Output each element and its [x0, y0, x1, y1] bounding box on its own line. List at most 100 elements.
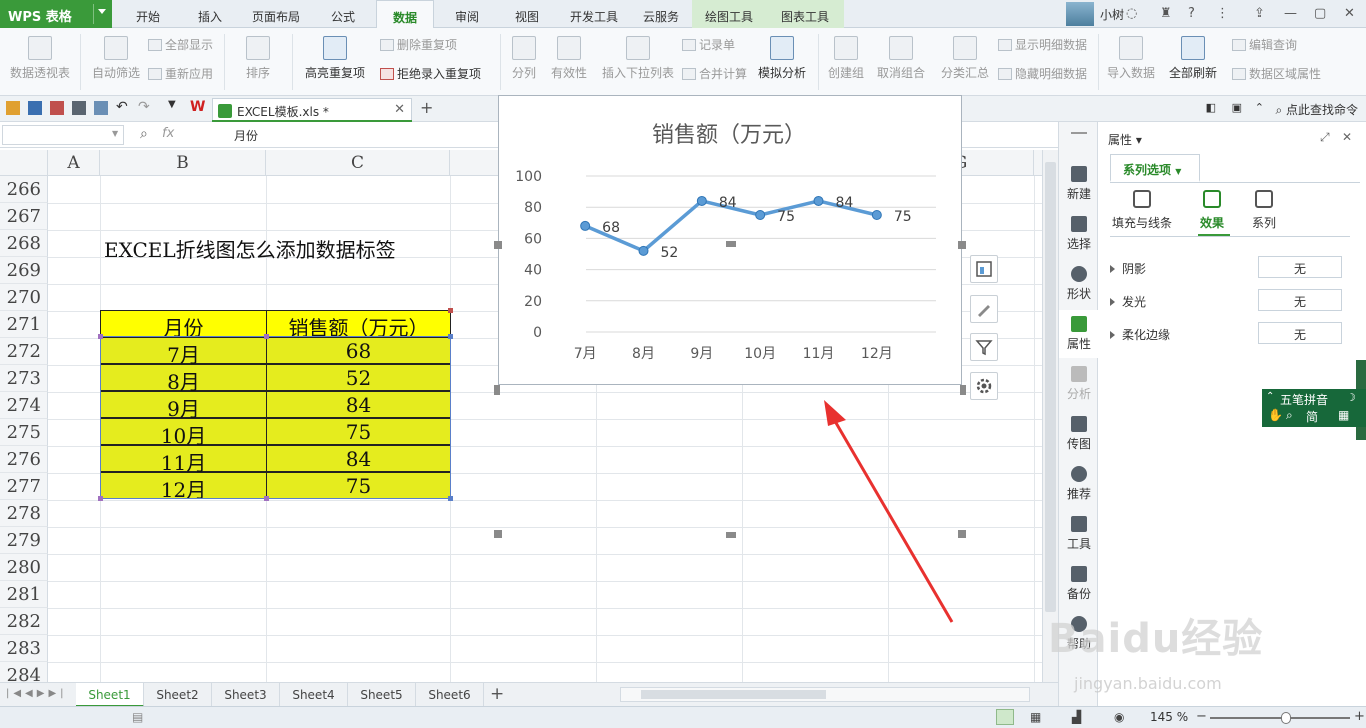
glow-value[interactable]: 无	[1258, 289, 1342, 311]
side-tools-button[interactable]: 工具	[1059, 510, 1099, 558]
redo-icon[interactable]: ↷	[138, 99, 152, 115]
row-header-282[interactable]: 282	[0, 608, 48, 635]
zoom-level[interactable]: 145 %	[1150, 710, 1188, 724]
sheet-title-cell[interactable]: EXCEL折线图怎么添加数据标签	[104, 234, 396, 263]
zoom-out-icon[interactable]: −	[1196, 709, 1207, 724]
select-all-corner[interactable]	[0, 150, 48, 176]
sort-button[interactable]: 排序	[230, 36, 286, 81]
row-header-271[interactable]: 271	[0, 311, 48, 338]
chart-style-button[interactable]	[970, 295, 998, 323]
row-header-284[interactable]: 284	[0, 662, 48, 682]
add-sheet-icon[interactable]: +	[490, 684, 504, 704]
horizontal-scrollbar[interactable]	[620, 687, 1030, 702]
remove-duplicates-button[interactable]: 删除重复项	[380, 36, 457, 53]
hand-icon[interactable]: ✋	[1268, 408, 1283, 422]
table-header-sales[interactable]: 销售额（万元）	[266, 310, 451, 340]
close-icon[interactable]: ✕	[1344, 6, 1355, 21]
column-header-b[interactable]: B	[100, 150, 266, 176]
reapply-button[interactable]: 重新应用	[148, 65, 213, 82]
vertical-scroll-thumb[interactable]	[1045, 162, 1056, 612]
shadow-value[interactable]: 无	[1258, 256, 1342, 278]
sheet-tab[interactable]: Sheet6	[416, 683, 484, 707]
row-header-275[interactable]: 275	[0, 419, 48, 446]
tab-developer[interactable]: 开发工具	[562, 0, 626, 28]
row-header-274[interactable]: 274	[0, 392, 48, 419]
side-backup-button[interactable]: 备份	[1059, 560, 1099, 608]
side-analysis-button[interactable]: 分析	[1059, 360, 1099, 408]
tab-view[interactable]: 视图	[504, 0, 550, 28]
side-recommend-button[interactable]: 推荐	[1059, 460, 1099, 508]
reject-duplicates-button[interactable]: 拒绝录入重复项	[380, 65, 481, 82]
minimize-icon[interactable]: —	[1284, 6, 1297, 21]
range-handle[interactable]	[98, 334, 103, 339]
chart-settings-button[interactable]	[970, 372, 998, 400]
row-header-268[interactable]: 268	[0, 230, 48, 257]
show-all-button[interactable]: 全部显示	[148, 36, 213, 53]
chart-resize-handle[interactable]	[494, 241, 502, 249]
comment-icon[interactable]: ▣	[1232, 101, 1242, 114]
sheet-tab[interactable]: Sheet3	[212, 683, 280, 707]
normal-view-icon[interactable]	[996, 709, 1014, 725]
row-header-276[interactable]: 276	[0, 446, 48, 473]
range-handle[interactable]	[264, 334, 269, 339]
ime-toolbar[interactable]: ⌃ 五笔拼音 ☽ ✋ ⌕ 简 ▦	[1262, 389, 1366, 427]
doc-sync-icon[interactable]: ◧	[1206, 101, 1216, 114]
shirt-icon[interactable]: ♜	[1160, 6, 1172, 21]
range-handle[interactable]	[448, 308, 453, 313]
chart-filter-button[interactable]	[970, 333, 998, 361]
side-properties-button[interactable]: 属性	[1059, 310, 1099, 358]
row-header-272[interactable]: 272	[0, 338, 48, 365]
more-icon[interactable]: ⋮	[1216, 6, 1229, 21]
document-tab[interactable]: EXCEL模板.xls * ✕	[212, 98, 412, 122]
insert-dropdown-button[interactable]: 插入下拉列表	[600, 36, 676, 81]
row-header-280[interactable]: 280	[0, 554, 48, 581]
import-data-button[interactable]: 导入数据	[1104, 36, 1158, 81]
help-icon[interactable]: ?	[1188, 6, 1195, 21]
text-to-columns-button[interactable]: 分列	[506, 36, 542, 81]
search-icon[interactable]: ⌕	[1286, 408, 1293, 423]
vertical-scrollbar[interactable]	[1042, 150, 1058, 682]
sheet-tab[interactable]: Sheet2	[144, 683, 212, 707]
undo-icon[interactable]: ↶	[116, 99, 130, 115]
record-form-button[interactable]: 记录单	[682, 36, 735, 53]
tab-cloud[interactable]: 云服务	[636, 0, 686, 28]
tab-effects[interactable]: 效果	[1200, 190, 1224, 231]
function-icon[interactable]: fx	[162, 126, 174, 141]
close-tab-icon[interactable]: ✕	[394, 102, 405, 117]
add-tab-icon[interactable]: +	[420, 98, 433, 117]
chart-resize-handle[interactable]	[726, 532, 736, 538]
line-chart[interactable]: 销售额（万元） 0 20 40 60 80 100 7月 8月 9月 10月 11月 12月 68 5…	[502, 100, 956, 378]
chart-elements-button[interactable]	[970, 255, 998, 283]
page-layout-view-icon[interactable]: ▦	[1030, 710, 1041, 724]
sheet-tab[interactable]: Sheet5	[348, 683, 416, 707]
page-break-view-icon[interactable]: ▟	[1072, 710, 1081, 724]
chart-resize-handle[interactable]	[958, 241, 966, 249]
create-group-button[interactable]: 创建组	[824, 36, 868, 81]
row-header-283[interactable]: 283	[0, 635, 48, 662]
ime-charset-label[interactable]: 简	[1306, 408, 1318, 425]
what-if-button[interactable]: 模拟分析	[756, 36, 808, 81]
tab-home[interactable]: 开始	[124, 0, 172, 28]
sheet-tab[interactable]: Sheet1	[76, 683, 144, 707]
horizontal-scroll-thumb[interactable]	[641, 690, 826, 699]
column-header-a[interactable]: A	[48, 150, 100, 176]
collapse-ribbon-icon[interactable]: ⌃	[1255, 101, 1264, 114]
row-header-269[interactable]: 269	[0, 257, 48, 284]
chart-title[interactable]: 销售额（万元）	[652, 123, 806, 148]
refresh-all-button[interactable]: 全部刷新	[1162, 36, 1224, 81]
panel-close-icon[interactable]: ✕	[1342, 130, 1352, 144]
soft-edges-row[interactable]: 柔化边缘	[1110, 326, 1170, 343]
app-menu-button[interactable]: WPS 表格	[0, 0, 112, 28]
open-folder-icon[interactable]	[6, 101, 20, 115]
wps-logo-icon[interactable]: W	[190, 99, 205, 115]
side-shape-button[interactable]: 形状	[1059, 260, 1099, 308]
tab-insert[interactable]: 插入	[186, 0, 234, 28]
range-handle[interactable]	[448, 496, 453, 501]
ungroup-button[interactable]: 取消组合	[872, 36, 930, 81]
edit-query-button[interactable]: 编辑查询	[1232, 36, 1297, 53]
soft-edges-value[interactable]: 无	[1258, 322, 1342, 344]
show-detail-button[interactable]: 显示明细数据	[998, 36, 1087, 53]
tab-series[interactable]: 系列	[1252, 190, 1276, 231]
sheet-nav-arrows-icon[interactable]: |◀◀▶▶|	[6, 688, 68, 699]
upload-icon[interactable]: ⇪	[1254, 6, 1265, 21]
